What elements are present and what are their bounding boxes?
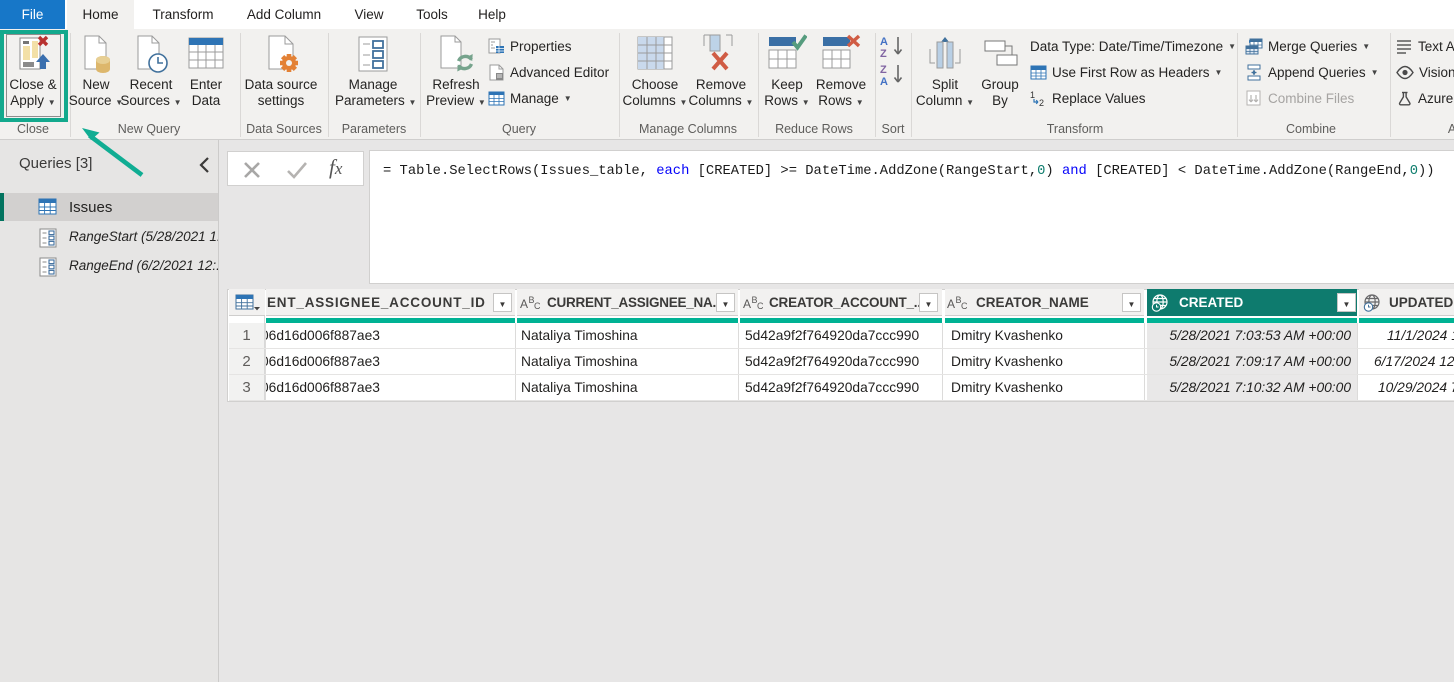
svg-text:C: C bbox=[961, 301, 967, 311]
svg-text:Z: Z bbox=[880, 48, 887, 60]
svg-text:A: A bbox=[880, 76, 888, 87]
svg-text:2: 2 bbox=[1039, 98, 1044, 107]
svg-text:Z: Z bbox=[880, 64, 887, 76]
svg-text:A: A bbox=[880, 36, 888, 48]
svg-text:C: C bbox=[534, 301, 540, 311]
svg-text:A: A bbox=[947, 297, 955, 311]
svg-text:C: C bbox=[757, 301, 763, 311]
svg-text:A: A bbox=[520, 297, 528, 311]
svg-text:1: 1 bbox=[1030, 90, 1035, 100]
svg-text:A: A bbox=[743, 297, 751, 311]
